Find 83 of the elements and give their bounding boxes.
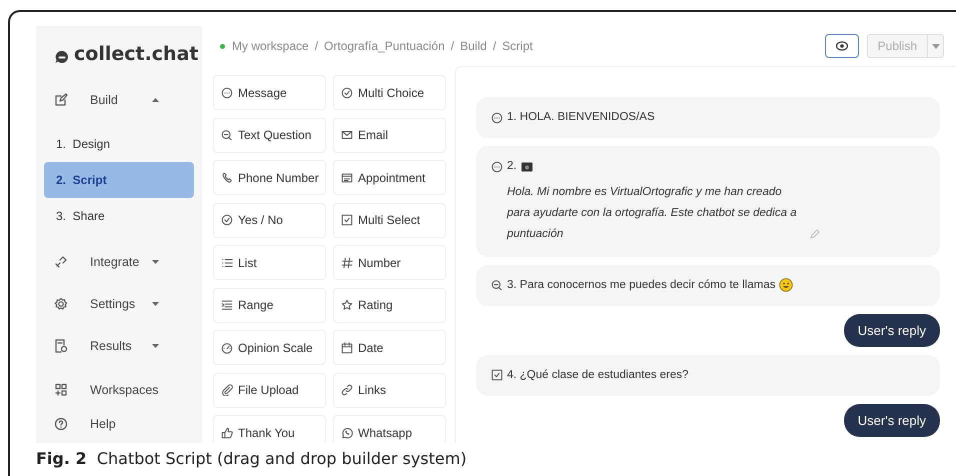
calendar-icon — [341, 172, 353, 184]
card-title: 3. Para conocernos me puedes decir cómo te llamas — [507, 278, 776, 292]
message-icon — [221, 86, 233, 98]
script-card[interactable]: 1. HOLA. BIENVENIDOS/AS — [476, 97, 940, 138]
user-reply-bubble[interactable]: User's reply — [844, 404, 940, 437]
caret-icon — [152, 260, 159, 264]
script-card[interactable]: 4. ¿Qué clase de estudiantes eres? — [476, 354, 940, 396]
block-button[interactable]: Text Question — [213, 118, 326, 152]
block-button[interactable]: Thank You — [213, 415, 326, 443]
breadcrumb-link[interactable]: Build — [460, 37, 487, 55]
message-text: Hola. Mi nombre es VirtualOrtografic y me han creado para ayudarte con la ortografía. Este chatbot se dedica a puntuación — [507, 184, 798, 242]
indent-list-icon — [221, 299, 233, 311]
breadcrumb-separator: / — [314, 38, 318, 55]
block-button[interactable]: Whatsapp — [333, 415, 446, 443]
script-card[interactable]: 2. Hola. Mi nombre es VirtualOrtografic y me han creado para ayudarte con la ortografía. Este chatbot se dedica a puntuación — [476, 146, 940, 256]
document-icon — [54, 339, 68, 353]
nav-item[interactable]: Settings — [36, 288, 202, 320]
user-reply-bubble[interactable]: User's reply — [844, 314, 940, 347]
message-icon — [491, 160, 503, 173]
block-button[interactable]: Number — [333, 245, 446, 280]
smiley-icon — [779, 278, 794, 292]
block-button[interactable]: Multi Select — [333, 202, 446, 238]
block-button[interactable]: Yes / No — [213, 202, 326, 238]
nav-subitem[interactable]: 2. Script — [44, 162, 194, 198]
caret-icon — [152, 302, 159, 306]
eye-icon — [836, 41, 848, 51]
calendar-icon — [341, 342, 353, 354]
nav-item[interactable]: Help — [36, 409, 202, 439]
phone-icon — [221, 172, 233, 184]
hash-icon — [341, 256, 353, 268]
help-icon — [54, 417, 68, 431]
list-icon — [221, 256, 233, 268]
nav-item[interactable]: Results — [36, 330, 202, 362]
block-button[interactable]: Links — [333, 372, 446, 408]
logo-text: collect.chat — [74, 42, 198, 67]
nav-subitem[interactable]: 3. Share — [44, 198, 194, 234]
envelope-icon — [341, 129, 353, 141]
edit-icon — [54, 93, 68, 107]
caret-icon — [152, 98, 159, 102]
checkbox-icon — [341, 214, 353, 226]
settings-icon — [54, 297, 68, 311]
caret-icon — [152, 344, 159, 348]
preview-button[interactable] — [824, 34, 859, 58]
card-title: 4. ¿Qué clase de estudiantes eres? — [507, 368, 689, 383]
thumbs-up-icon — [221, 426, 233, 438]
block-button[interactable]: Rating — [333, 288, 446, 322]
breadcrumb-separator: / — [450, 38, 454, 55]
whatsapp-icon — [341, 426, 353, 438]
check-circle-icon — [341, 86, 353, 98]
nav-subitem[interactable]: 1. Design — [44, 126, 194, 162]
caret-icon — [932, 44, 940, 48]
breadcrumb-link[interactable]: My workspace — [232, 37, 309, 55]
card-title: 2. — [507, 159, 517, 174]
figure-caption: Fig. 2 Chatbot Script (drag and drop builder system) — [36, 448, 468, 470]
block-button[interactable]: Appointment — [333, 160, 446, 195]
grid-icon — [54, 383, 68, 397]
breadcrumb-separator: / — [492, 38, 496, 55]
message-icon — [491, 112, 503, 124]
publish-menu-button[interactable] — [927, 35, 943, 57]
block-button[interactable]: List — [213, 245, 326, 280]
nav-item[interactable]: Integrate — [36, 246, 202, 278]
breadcrumb-link[interactable]: Ortografía_Puntuación — [324, 37, 445, 55]
pencil-icon — [810, 228, 820, 238]
block-button[interactable]: Phone Number — [213, 160, 326, 195]
block-button[interactable]: Opinion Scale — [213, 330, 326, 365]
card-title: 1. HOLA. BIENVENIDOS/AS — [507, 110, 655, 125]
block-button[interactable]: Message — [213, 75, 326, 110]
nav-item[interactable]: Workspaces — [36, 375, 202, 405]
star-icon — [341, 299, 353, 311]
block-button[interactable]: Date — [333, 330, 446, 365]
nav-item[interactable]: Build — [36, 84, 202, 116]
image-icon — [520, 162, 533, 172]
paperclip-icon — [221, 384, 233, 396]
script-card[interactable]: 3. Para conocernos me puedes decir cómo te llamas — [476, 264, 940, 306]
checkbox-icon — [491, 369, 503, 382]
breadcrumb-link[interactable]: Script — [502, 37, 533, 55]
check-circle-icon — [221, 214, 233, 226]
gauge-icon — [221, 342, 233, 354]
block-button[interactable]: Range — [213, 288, 326, 322]
block-button[interactable]: Email — [333, 118, 446, 152]
block-button[interactable]: Multi Choice — [333, 75, 446, 110]
chat-bubble-icon — [54, 49, 70, 65]
block-button[interactable]: File Upload — [213, 372, 326, 408]
